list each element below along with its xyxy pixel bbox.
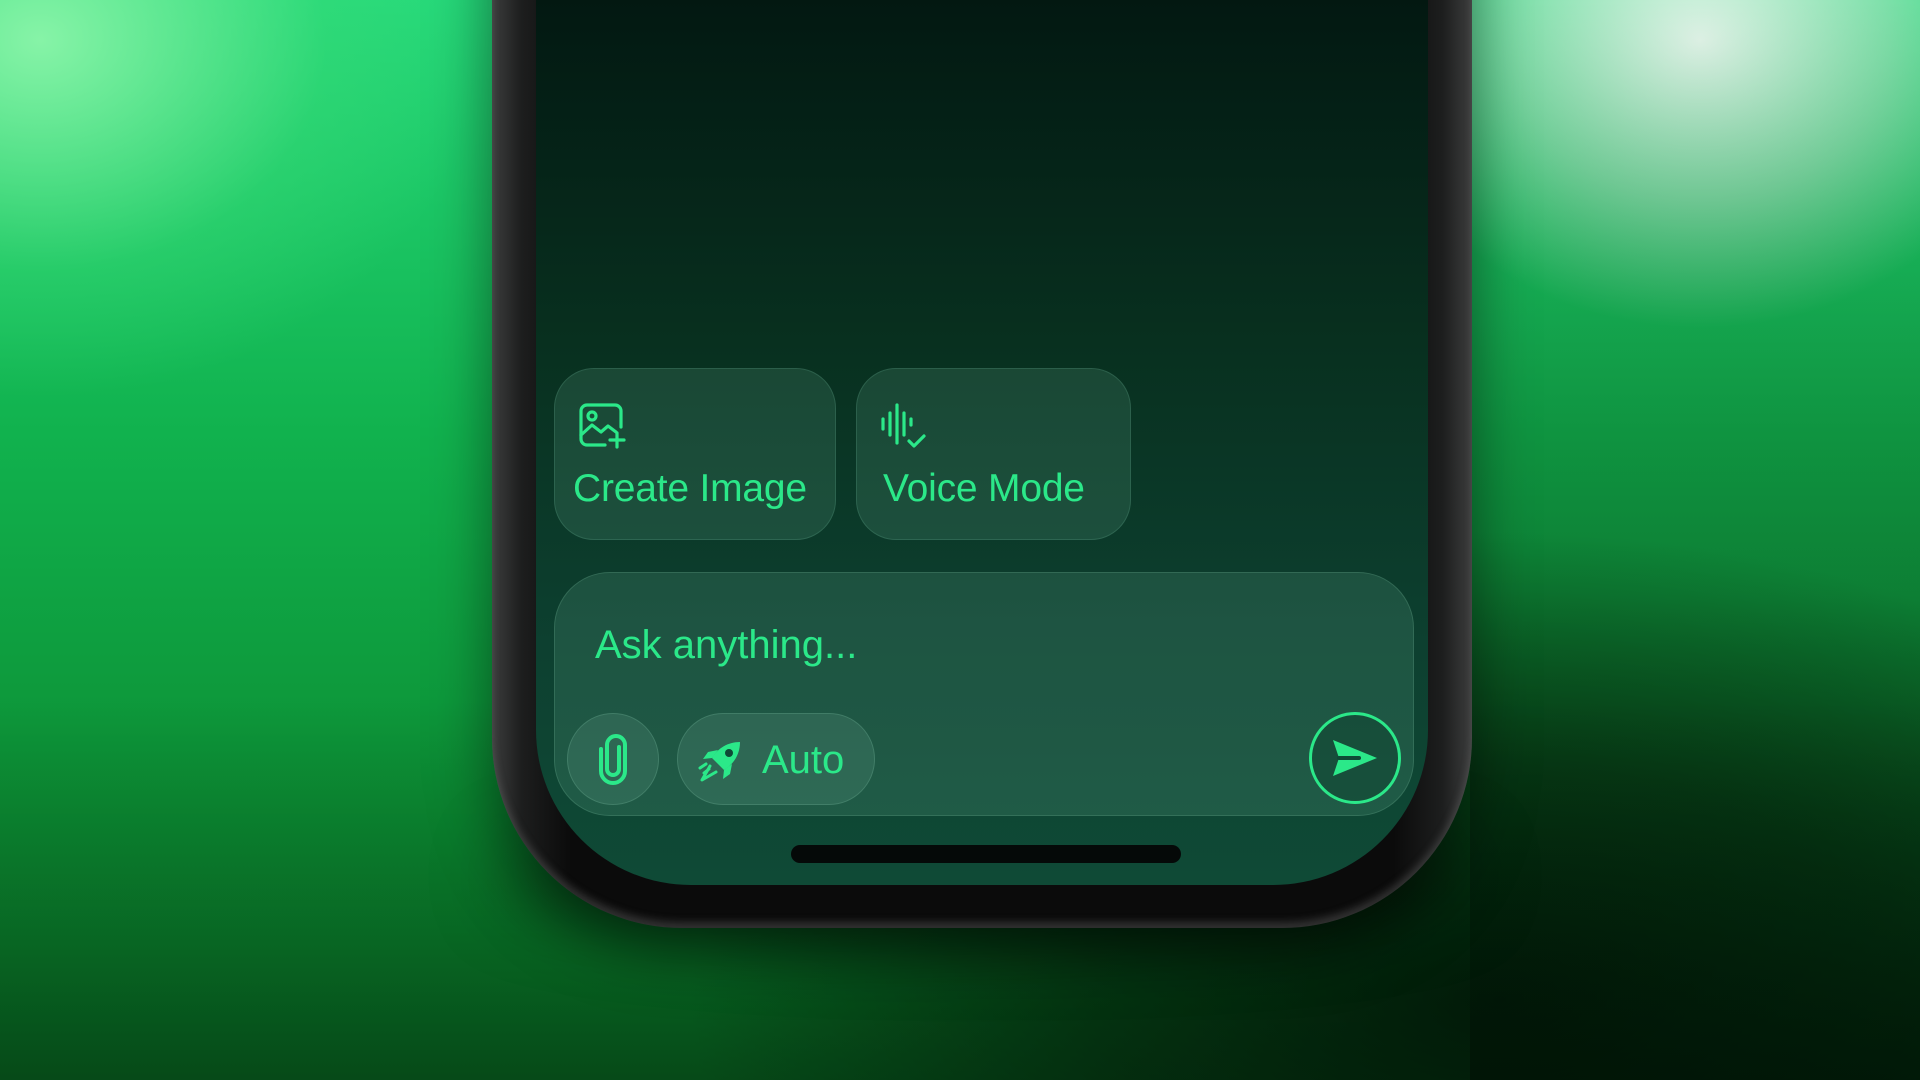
image-plus-icon [579, 403, 626, 449]
voice-mode-button[interactable]: Voice Mode [856, 368, 1131, 540]
create-image-button[interactable]: Create Image [554, 368, 836, 540]
composer: Auto [554, 572, 1414, 816]
model-selector-label: Auto [762, 738, 845, 782]
send-arrow-icon [1333, 740, 1377, 776]
phone-screen: Create Image Voice Mode Ask anything... … [536, 0, 1428, 885]
model-selector-button[interactable]: Auto [677, 713, 875, 805]
paperclip-icon [599, 734, 627, 785]
rocket-icon [698, 742, 740, 782]
ask-input[interactable] [595, 617, 1295, 673]
home-indicator [791, 845, 1181, 863]
send-button[interactable] [1309, 712, 1401, 804]
attach-button[interactable] [567, 713, 659, 805]
create-image-label: Create Image [573, 467, 807, 510]
voice-mode-label: Voice Mode [883, 467, 1085, 510]
voice-wave-icon [881, 403, 926, 448]
